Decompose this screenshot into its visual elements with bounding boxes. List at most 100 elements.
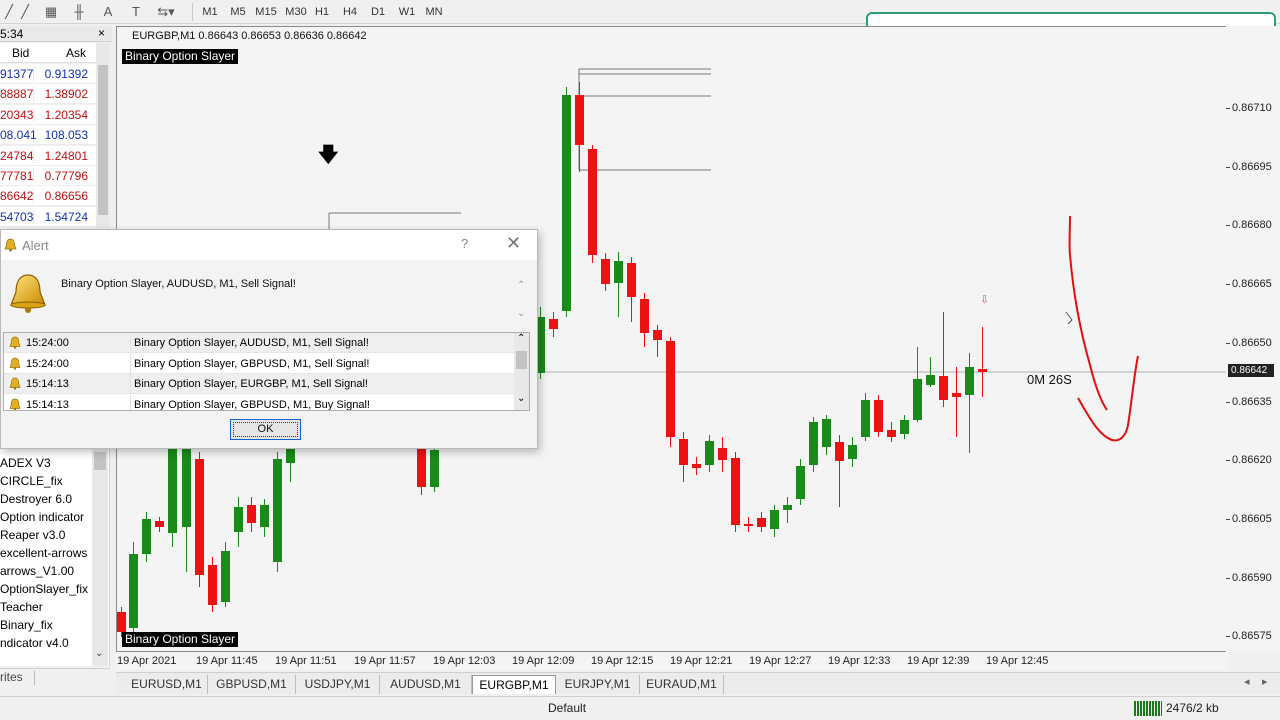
timeframe-m1[interactable]: M1	[200, 4, 220, 20]
close-icon[interactable]: ×	[98, 26, 105, 40]
alert-history-row[interactable]: 15:14:13 Binary Option Slayer, EURGBP, M1…	[4, 374, 514, 394]
timeframe-w1[interactable]: W1	[397, 4, 417, 20]
navigator-item[interactable]: excellent-arrows	[0, 546, 87, 560]
symbol-tab-eurusd[interactable]: EURUSD,M1	[126, 675, 208, 694]
symbol-tab-audusd[interactable]: AUDUSD,M1	[380, 675, 472, 694]
candle	[731, 452, 740, 532]
navigator-item[interactable]: Destroyer 6.0	[0, 492, 72, 506]
shapes-icon[interactable]: ⇆▾	[157, 3, 175, 21]
candle	[744, 517, 753, 532]
alert-dialog: Alert ? ✕ Binary Option Slayer, AUDUSD, …	[0, 229, 538, 449]
market-watch-row[interactable]: 20343 1.20354	[0, 104, 96, 125]
candle	[273, 452, 282, 572]
candle	[168, 437, 177, 547]
market-watch-row[interactable]: 08.041 108.053	[0, 125, 96, 146]
symbol-tab-eurgbp[interactable]: EURGBP,M1	[472, 675, 556, 694]
candle	[234, 497, 243, 547]
time-label: 19 Apr 12:27	[749, 655, 812, 667]
alert-time: 15:24:00	[26, 357, 69, 370]
alert-history-row[interactable]: 15:14:13 Binary Option Slayer, GBPUSD, M1…	[4, 394, 514, 410]
alert-list-scrollbar[interactable]: ⌃ ⌄	[514, 333, 529, 410]
price-label: 0.86605	[1232, 512, 1272, 525]
market-watch-row[interactable]: 91377 0.91392	[0, 64, 96, 84]
ask-price: 1.24801	[44, 148, 88, 163]
navigator-item[interactable]: Teacher	[0, 600, 43, 614]
navigator-item[interactable]: Reaper v3.0	[0, 528, 65, 542]
candle	[952, 367, 961, 437]
navigator-item[interactable]: Binary_fix	[0, 618, 53, 632]
alert-text: Binary Option Slayer, AUDUSD, M1, Sell S…	[134, 337, 369, 349]
scrollbar-thumb[interactable]	[516, 351, 527, 369]
chevron-left-icon[interactable]: ◂	[1244, 675, 1250, 688]
chevron-right-icon[interactable]: ▸	[1262, 675, 1268, 688]
timeframe-h4[interactable]: H4	[341, 4, 359, 20]
candle	[809, 417, 818, 472]
connection-status-icon	[1134, 701, 1162, 716]
bell-icon	[4, 238, 17, 252]
chevron-up-icon[interactable]: ⌃	[517, 333, 525, 344]
timeframe-h1[interactable]: H1	[313, 4, 331, 20]
text-icon[interactable]: A	[99, 3, 117, 21]
trendline-icon[interactable]: ╱	[16, 3, 34, 21]
column-bid[interactable]: Bid	[12, 46, 29, 60]
candle	[601, 253, 610, 291]
text-label-icon[interactable]: T	[127, 3, 145, 21]
navigator-item[interactable]: CIRCLE_fix	[0, 474, 63, 488]
indicator-label-top: Binary Option Slayer	[122, 49, 239, 64]
symbol-tab-gbpusd[interactable]: GBPUSD,M1	[208, 675, 296, 694]
candle	[913, 347, 922, 422]
navigator-item[interactable]: Option indicator	[0, 510, 84, 524]
price-tick	[1226, 284, 1230, 286]
close-icon[interactable]: ✕	[506, 233, 521, 254]
ask-price: 1.54724	[44, 209, 88, 224]
symbol-tab-eurjpy[interactable]: EURJPY,M1	[556, 675, 640, 694]
price-tick	[1226, 342, 1230, 344]
market-watch-row[interactable]: 54703 1.54724	[0, 206, 96, 227]
candle	[588, 145, 597, 263]
symbol-tabs: EURUSD,M1 GBPUSD,M1 USDJPY,M1 AUDUSD,M1 EURG…	[116, 672, 1280, 694]
timeframe-m15[interactable]: M15	[254, 4, 278, 20]
candle	[640, 293, 649, 347]
market-watch-scrollbar[interactable]	[96, 43, 110, 228]
navigator-scrollbar[interactable]: ⌄	[92, 448, 108, 666]
symbol-tab-usdjpy[interactable]: USDJPY,M1	[296, 675, 380, 694]
chevron-down-icon[interactable]: ⌄	[517, 393, 525, 404]
help-icon[interactable]: ?	[461, 236, 468, 251]
navigator-item[interactable]: OptionSlayer_fix	[0, 582, 88, 596]
scrollbar-thumb[interactable]	[98, 65, 108, 215]
alert-message: Binary Option Slayer, AUDUSD, M1, Sell S…	[61, 278, 296, 290]
timeframe-d1[interactable]: D1	[369, 4, 387, 20]
market-watch-row[interactable]: 86642 0.86656	[0, 186, 96, 207]
status-traffic: 2476/2 kb	[1166, 701, 1219, 715]
timeframe-mn[interactable]: MN	[424, 4, 444, 20]
alert-history-row[interactable]: 15:24:00 Binary Option Slayer, AUDUSD, M1…	[4, 333, 514, 353]
tab-favorites[interactable]: rites	[0, 670, 23, 684]
price-tick	[1226, 577, 1230, 579]
timeframe-m5[interactable]: M5	[228, 4, 248, 20]
symbol-tab-euraud[interactable]: EURAUD,M1	[640, 675, 724, 694]
candle	[208, 557, 217, 612]
chevron-down-icon[interactable]: ⌄	[517, 308, 525, 319]
timeframe-m30[interactable]: M30	[284, 4, 308, 20]
ask-price: 0.77796	[44, 169, 88, 183]
bid-price: 24784	[0, 148, 34, 163]
chevron-up-icon[interactable]: ⌃	[517, 280, 525, 291]
navigator-item[interactable]: ADEX V3	[0, 456, 51, 470]
time-label: 19 Apr 11:57	[354, 655, 416, 667]
market-watch-row[interactable]: 24784 1.24801	[0, 145, 96, 166]
crosshair-icon[interactable]: ╫	[70, 3, 88, 21]
navigator-item[interactable]: arrows_V1.00	[0, 564, 74, 578]
alert-history-row[interactable]: 15:24:00 Binary Option Slayer, GBPUSD, M1…	[4, 353, 514, 374]
column-ask[interactable]: Ask	[66, 46, 86, 60]
market-watch-row[interactable]: 88887 1.38902	[0, 84, 96, 105]
alert-titlebar[interactable]: Alert ? ✕	[1, 230, 537, 260]
ok-button[interactable]: OK	[230, 419, 301, 440]
market-watch-row[interactable]: 77781 0.77796	[0, 166, 96, 186]
price-tick	[1226, 166, 1230, 168]
alert-history-list[interactable]: 15:24:00 Binary Option Slayer, AUDUSD, M1…	[3, 332, 530, 411]
chevron-down-icon[interactable]: ⌄	[95, 648, 103, 659]
grid-icon[interactable]: ▦	[42, 3, 60, 21]
column-divider	[130, 374, 131, 394]
scrollbar-thumb[interactable]	[94, 452, 106, 470]
navigator-item[interactable]: ndicator v4.0	[0, 636, 69, 650]
